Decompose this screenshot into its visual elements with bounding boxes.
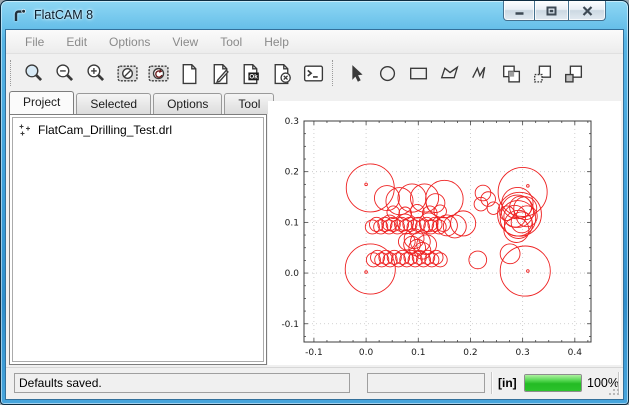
menu-item-help[interactable]: Help [253, 32, 300, 52]
rectangle-tool-icon [406, 61, 430, 85]
close-button[interactable] [568, 1, 606, 21]
geo-move-icon [561, 61, 585, 85]
axes-background [304, 121, 591, 342]
polyline-tool-icon [468, 61, 492, 85]
x-tick-label: 0.2 [463, 348, 477, 358]
tree-item-drill-file[interactable]: FlatCam_Drilling_Test.drl [10, 115, 266, 137]
tab-bar: ProjectSelectedOptionsTool [9, 92, 276, 114]
status-bar: Defaults saved. [in] 100% [6, 367, 623, 399]
geo-union-icon [499, 61, 523, 85]
tree-item-label: FlatCam_Drilling_Test.drl [38, 123, 172, 137]
project-tree[interactable]: FlatCam_Drilling_Test.drl [9, 114, 267, 365]
new-file-button[interactable] [173, 59, 204, 87]
x-tick-label: 0.3 [515, 348, 529, 358]
polygon-tool-button[interactable] [433, 59, 464, 87]
client-frame: FileEditOptionsViewToolHelp Ok ProjectSe… [5, 29, 624, 400]
menu-item-edit[interactable]: Edit [55, 32, 98, 52]
edit-file-icon [208, 61, 232, 85]
tab-tool[interactable]: Tool [224, 93, 274, 114]
toolbar-group-draw [340, 59, 588, 87]
shell-button[interactable] [297, 59, 328, 87]
replot-icon [146, 61, 170, 85]
toolbar-group-view-file: Ok [18, 59, 328, 87]
run-script-icon: Ok [239, 61, 263, 85]
title-bar[interactable]: FlatCAM 8 [1, 1, 628, 29]
maximize-icon [546, 6, 557, 16]
y-tick-label: 0.1 [285, 218, 299, 228]
minimize-icon [514, 6, 525, 15]
toolbar: Ok [6, 54, 623, 92]
new-file-icon [177, 61, 201, 85]
tab-project[interactable]: Project [9, 91, 74, 114]
circle-tool-button[interactable] [371, 59, 402, 87]
pointer-icon [344, 61, 368, 85]
flatcam-logo-icon [11, 7, 28, 24]
y-tick-label: 0.3 [285, 117, 299, 127]
circle-tool-icon [375, 61, 399, 85]
y-tick-label: 0.0 [285, 269, 300, 279]
main-area: ProjectSelectedOptionsTool FlatCam_Drill… [6, 92, 623, 368]
tab-options[interactable]: Options [153, 93, 222, 114]
status-secondary-field [367, 373, 485, 393]
menu-item-tool[interactable]: Tool [209, 32, 253, 52]
zoom-fit-icon [22, 61, 46, 85]
menu-bar: FileEditOptionsViewToolHelp [6, 30, 623, 54]
menu-item-file[interactable]: File [14, 32, 55, 52]
geo-union-button[interactable] [495, 59, 526, 87]
x-tick-label: 0.1 [411, 348, 425, 358]
close-icon [582, 6, 593, 16]
tab-selected[interactable]: Selected [76, 93, 151, 114]
zoom-in-icon [84, 61, 108, 85]
window-title: FlatCAM 8 [34, 8, 93, 22]
shell-icon [301, 61, 325, 85]
delete-object-button[interactable] [266, 59, 297, 87]
window-controls [503, 1, 606, 21]
replot-button[interactable] [142, 59, 173, 87]
progress-fill [525, 375, 581, 391]
plot-canvas[interactable]: -0.1 0.0 0.1 0.2 0.3 0.4 -0.1 0.0 0.1 0.2 0.3 [268, 101, 621, 365]
x-tick-label: 0.0 [359, 348, 374, 358]
zoom-out-button[interactable] [49, 59, 80, 87]
y-tick-label: -0.1 [281, 320, 299, 330]
polyline-tool-button[interactable] [464, 59, 495, 87]
drill-marks-icon [18, 123, 32, 137]
rectangle-tool-button[interactable] [402, 59, 433, 87]
maximize-button[interactable] [535, 1, 568, 21]
geo-move-button[interactable] [557, 59, 588, 87]
pointer-button[interactable] [340, 59, 371, 87]
zoom-out-icon [53, 61, 77, 85]
menu-item-options[interactable]: Options [98, 32, 161, 52]
clear-plot-icon [115, 61, 139, 85]
delete-object-icon [270, 61, 294, 85]
geo-copy-button[interactable] [526, 59, 557, 87]
minimize-button[interactable] [503, 1, 535, 21]
geo-copy-icon [530, 61, 554, 85]
clear-plot-button[interactable] [111, 59, 142, 87]
x-tick-label: -0.1 [305, 348, 323, 358]
edit-file-button[interactable] [204, 59, 235, 87]
zoom-in-button[interactable] [80, 59, 111, 87]
svg-text:Ok: Ok [249, 74, 258, 81]
y-tick-label: 0.2 [285, 168, 299, 178]
zoom-fit-button[interactable] [18, 59, 49, 87]
toolbar-handle-2[interactable] [332, 60, 334, 86]
toolbar-handle[interactable] [10, 60, 12, 86]
menu-item-view[interactable]: View [161, 32, 209, 52]
run-script-button[interactable]: Ok [235, 59, 266, 87]
status-separator [491, 372, 493, 394]
x-tick-label: 0.4 [568, 348, 583, 358]
resize-grip[interactable] [609, 385, 620, 396]
app-window: FlatCAM 8 FileEditOptionsViewToolHelp Ok… [0, 0, 629, 405]
progress-bar [524, 374, 582, 392]
units-indicator: [in] [498, 373, 517, 393]
polygon-tool-icon [437, 61, 461, 85]
status-message: Defaults saved. [14, 373, 350, 393]
